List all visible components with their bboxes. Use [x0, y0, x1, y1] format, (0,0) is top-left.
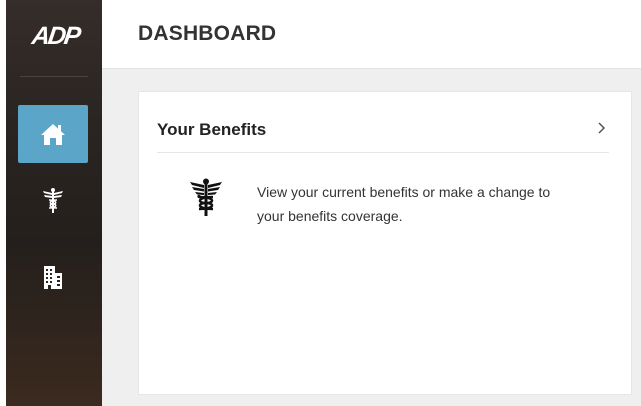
- home-icon: [41, 124, 65, 145]
- benefits-card: Your Benefits View your current benefits: [138, 91, 632, 395]
- page-header: DASHBOARD: [102, 0, 641, 69]
- benefits-card-header[interactable]: Your Benefits: [157, 92, 609, 153]
- benefits-card-body: View your current benefits or make a cha…: [189, 174, 589, 234]
- page-title: DASHBOARD: [138, 22, 277, 45]
- caduceus-icon: [190, 178, 222, 216]
- building-icon: [44, 266, 62, 289]
- chevron-right-icon[interactable]: [595, 119, 609, 137]
- card-description: View your current benefits or make a cha…: [257, 184, 551, 224]
- adp-logo[interactable]: ADP: [20, 22, 90, 50]
- sidebar-item-benefits[interactable]: [18, 172, 88, 230]
- card-title: Your Benefits: [157, 120, 267, 139]
- sidebar-divider: [20, 76, 88, 77]
- logo-text: ADP: [29, 21, 81, 50]
- main-content: Your Benefits View your current benefits: [102, 69, 641, 406]
- sidebar: ADP: [6, 0, 102, 406]
- app-window: ADP DASHBOARD Your Benefits View your cu…: [0, 0, 641, 406]
- sidebar-item-company[interactable]: [18, 248, 88, 306]
- caduceus-icon: [43, 188, 63, 213]
- sidebar-item-home[interactable]: [18, 105, 88, 163]
